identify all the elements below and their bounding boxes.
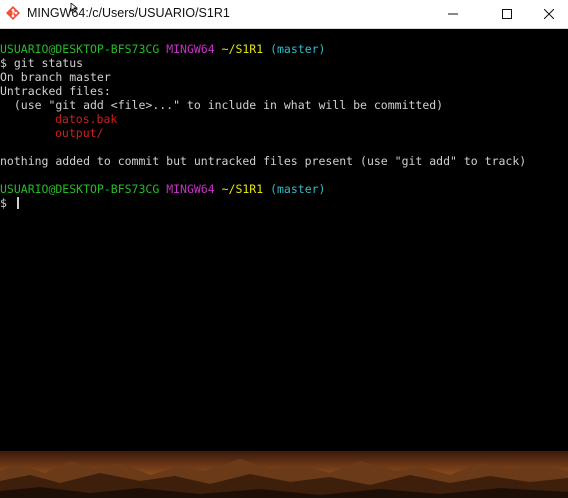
prompt-line: USUARIO@DESKTOP-BFS73CG MINGW64 ~/S1R1 (… xyxy=(0,182,325,196)
output-untracked-header: Untracked files: xyxy=(0,84,111,98)
prompt-path: ~/S1R1 xyxy=(221,42,264,56)
git-bash-icon xyxy=(6,6,20,20)
window-title: MINGW64:/c/Users/USUARIO/S1R1 xyxy=(27,6,230,20)
prompt-branch: (master) xyxy=(270,42,326,56)
input-line[interactable]: $ xyxy=(0,196,19,210)
input-prompt: $ xyxy=(0,196,14,210)
terminal-area[interactable]: USUARIO@DESKTOP-BFS73CG MINGW64 ~/S1R1 (… xyxy=(0,29,556,451)
output-branch-line: On branch master xyxy=(0,70,111,84)
output-summary: nothing added to commit but untracked fi… xyxy=(0,154,527,168)
desktop-wallpaper xyxy=(0,451,568,498)
prompt-shell: MINGW64 xyxy=(166,42,215,56)
close-icon xyxy=(544,9,554,19)
maximize-button[interactable] xyxy=(484,0,530,28)
close-button[interactable] xyxy=(530,0,568,28)
scrollbar[interactable] xyxy=(556,29,568,451)
prompt-path: ~/S1R1 xyxy=(221,182,264,196)
maximize-icon xyxy=(502,9,512,19)
prompt-shell: MINGW64 xyxy=(166,182,215,196)
prompt-line: USUARIO@DESKTOP-BFS73CG MINGW64 ~/S1R1 (… xyxy=(0,42,325,56)
text-cursor xyxy=(16,197,19,209)
minimize-icon xyxy=(448,13,458,15)
untracked-file: datos.bak xyxy=(55,112,118,126)
prompt-branch: (master) xyxy=(270,182,326,196)
command-line: $ git status xyxy=(0,56,84,70)
minimize-button[interactable] xyxy=(430,0,476,28)
prompt-user-host: USUARIO@DESKTOP-BFS73CG xyxy=(0,182,160,196)
untracked-file: output/ xyxy=(55,126,104,140)
output-hint: (use "git add <file>..." to include in w… xyxy=(0,98,444,112)
window-titlebar[interactable]: MINGW64:/c/Users/USUARIO/S1R1 xyxy=(0,0,568,29)
prompt-user-host: USUARIO@DESKTOP-BFS73CG xyxy=(0,42,160,56)
mouse-pointer-icon xyxy=(70,0,79,13)
